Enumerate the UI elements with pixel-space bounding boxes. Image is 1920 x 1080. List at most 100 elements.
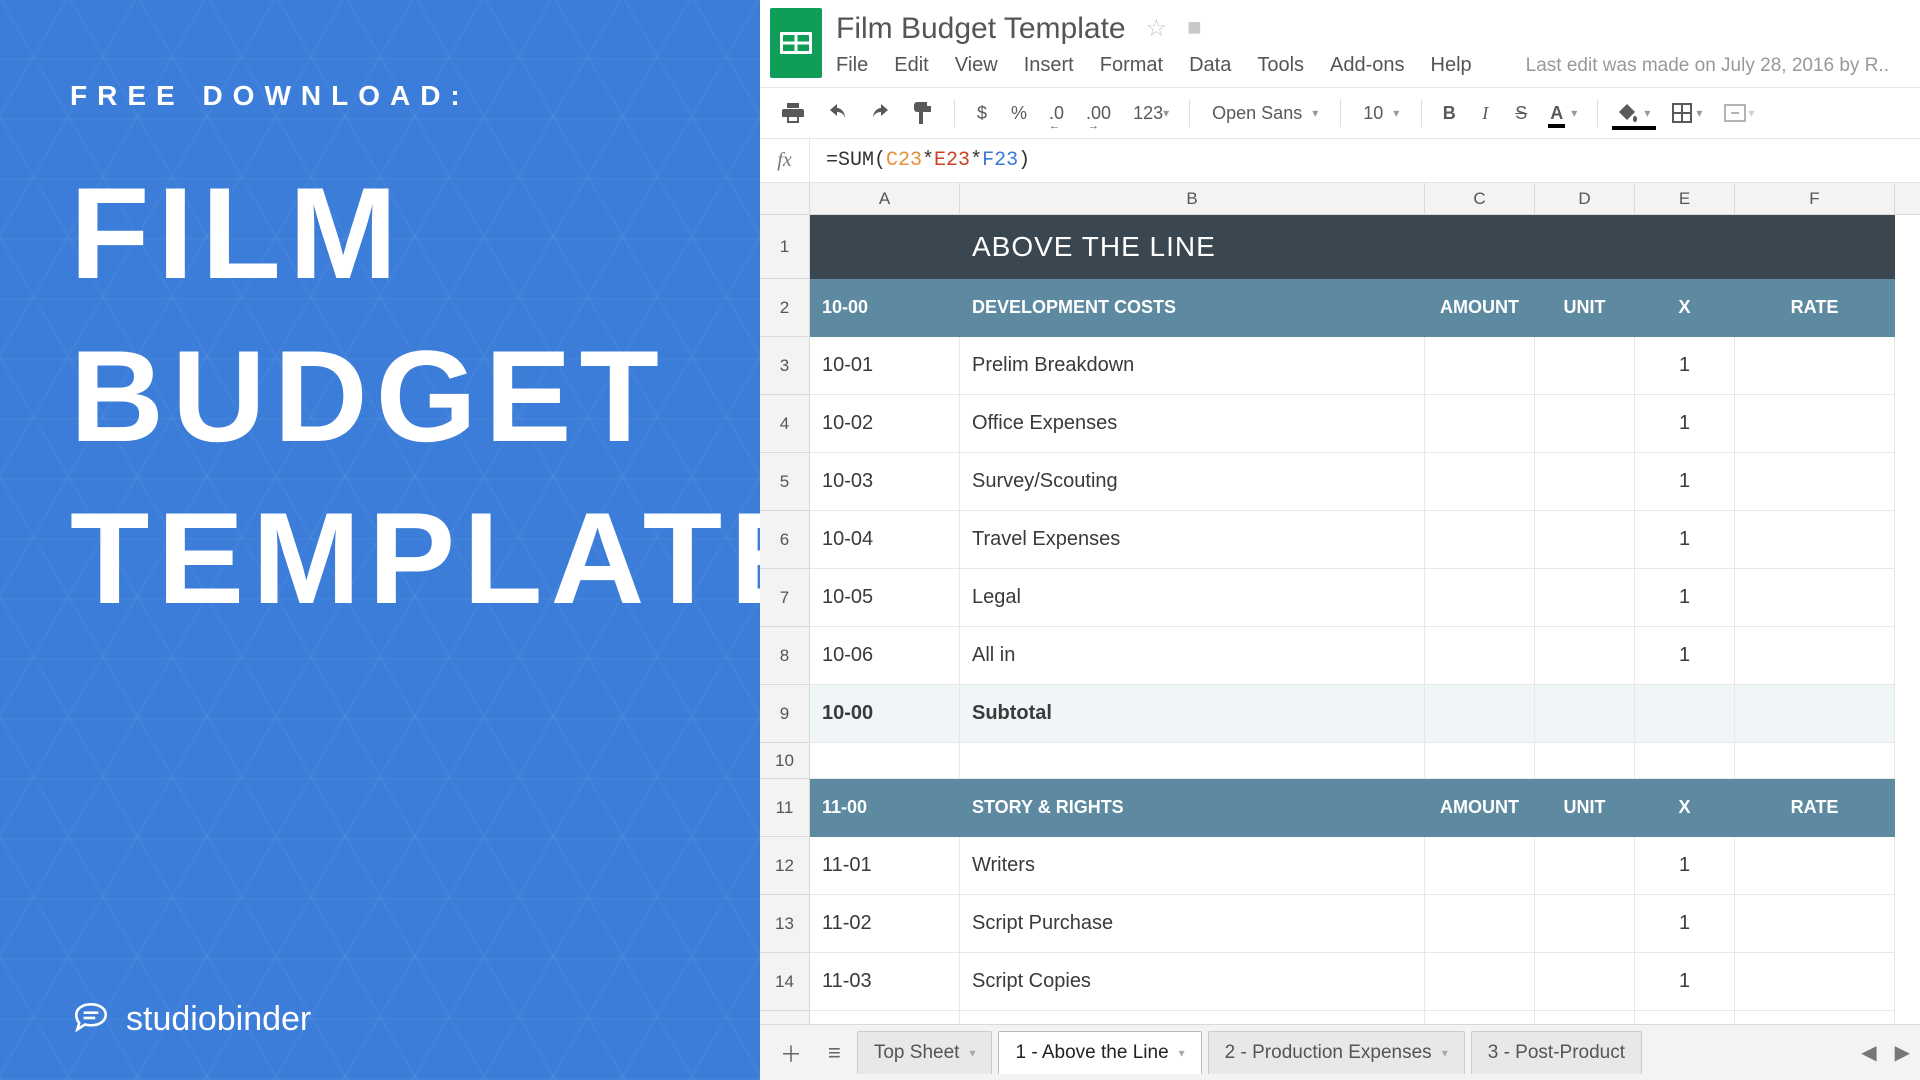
cell[interactable]: [960, 743, 1425, 779]
cell[interactable]: [1535, 337, 1635, 395]
cell[interactable]: 11-03: [810, 953, 960, 1011]
tab-scroll-right-button[interactable]: ▶: [1895, 1040, 1910, 1065]
font-size-select[interactable]: 10▾: [1353, 99, 1409, 128]
cell[interactable]: Legal: [960, 569, 1425, 627]
cell[interactable]: [1425, 569, 1535, 627]
cell[interactable]: 1: [1635, 895, 1735, 953]
cell[interactable]: AMOUNT: [1425, 779, 1535, 837]
redo-button[interactable]: [862, 98, 900, 128]
col-header-e[interactable]: E: [1635, 183, 1735, 214]
formula-input[interactable]: =SUM(C23*E23*F23): [810, 149, 1920, 172]
cell[interactable]: 1: [1635, 337, 1735, 395]
cell[interactable]: [1535, 453, 1635, 511]
menu-data[interactable]: Data: [1189, 54, 1231, 77]
cell[interactable]: 10-05: [810, 569, 960, 627]
cell[interactable]: Prelim Breakdown: [960, 337, 1425, 395]
cell[interactable]: [1425, 395, 1535, 453]
cell[interactable]: 1: [1635, 627, 1735, 685]
row-header[interactable]: 2: [760, 279, 810, 337]
paint-format-button[interactable]: [906, 96, 942, 130]
cell[interactable]: [1535, 511, 1635, 569]
sheet-tab-post-product[interactable]: 3 - Post-Product: [1471, 1031, 1642, 1074]
row-header[interactable]: 1: [760, 215, 810, 279]
cell[interactable]: [1535, 953, 1635, 1011]
cell[interactable]: [1735, 337, 1895, 395]
cell[interactable]: 1: [1635, 511, 1735, 569]
cell[interactable]: X: [1635, 279, 1735, 337]
cell[interactable]: [1535, 895, 1635, 953]
cell[interactable]: [1735, 1011, 1895, 1024]
cell[interactable]: 10-01: [810, 337, 960, 395]
cell[interactable]: [960, 1011, 1425, 1024]
menu-insert[interactable]: Insert: [1024, 54, 1074, 77]
cell[interactable]: Office Expenses: [960, 395, 1425, 453]
strikethrough-button[interactable]: S: [1506, 97, 1536, 130]
cell[interactable]: 11-01: [810, 837, 960, 895]
row-header[interactable]: 6: [760, 511, 810, 569]
row-header[interactable]: [760, 1011, 810, 1024]
cell[interactable]: [1735, 895, 1895, 953]
col-header-f[interactable]: F: [1735, 183, 1895, 214]
merge-cells-button[interactable]: ▾: [1716, 98, 1762, 128]
cell[interactable]: 11-00: [810, 779, 960, 837]
menu-file[interactable]: File: [836, 54, 868, 77]
cell[interactable]: [1535, 215, 1635, 279]
cell[interactable]: Script Copies: [960, 953, 1425, 1011]
cell[interactable]: [1425, 685, 1535, 743]
cell[interactable]: 10-03: [810, 453, 960, 511]
cell[interactable]: 10-00: [810, 685, 960, 743]
cell[interactable]: [1735, 453, 1895, 511]
number-format-button[interactable]: 123 ▾: [1125, 97, 1177, 130]
cell[interactable]: [1425, 1011, 1535, 1024]
cell[interactable]: [810, 743, 960, 779]
cell[interactable]: [1735, 511, 1895, 569]
menu-view[interactable]: View: [955, 54, 998, 77]
document-title[interactable]: Film Budget Template: [836, 8, 1126, 48]
tab-scroll-left-button[interactable]: ◀: [1861, 1040, 1876, 1065]
menu-help[interactable]: Help: [1431, 54, 1472, 77]
cell[interactable]: 10-04: [810, 511, 960, 569]
cell[interactable]: [1635, 743, 1735, 779]
col-header-a[interactable]: A: [810, 183, 960, 214]
cell[interactable]: [1425, 215, 1535, 279]
cell[interactable]: [1735, 837, 1895, 895]
row-header[interactable]: 3: [760, 337, 810, 395]
row-header[interactable]: 14: [760, 953, 810, 1011]
cell[interactable]: DEVELOPMENT COSTS: [960, 279, 1425, 337]
cell[interactable]: 1: [1635, 953, 1735, 1011]
cell[interactable]: [1535, 627, 1635, 685]
col-header-c[interactable]: C: [1425, 183, 1535, 214]
cell[interactable]: STORY & RIGHTS: [960, 779, 1425, 837]
cell[interactable]: [1535, 743, 1635, 779]
add-sheet-button[interactable]: ＋: [770, 1029, 812, 1077]
row-header[interactable]: 11: [760, 779, 810, 837]
col-header-d[interactable]: D: [1535, 183, 1635, 214]
folder-icon[interactable]: ■: [1187, 14, 1202, 42]
cell[interactable]: AMOUNT: [1425, 279, 1535, 337]
currency-button[interactable]: $: [967, 97, 997, 130]
cell[interactable]: All in: [960, 627, 1425, 685]
percent-button[interactable]: %: [1003, 97, 1035, 130]
menu-edit[interactable]: Edit: [894, 54, 928, 77]
font-family-select[interactable]: Open Sans▾: [1202, 99, 1328, 128]
cell[interactable]: [1425, 627, 1535, 685]
sheet-tab-production-expenses[interactable]: 2 - Production Expenses▾: [1208, 1031, 1465, 1074]
cell[interactable]: 10-06: [810, 627, 960, 685]
cell[interactable]: 11-02: [810, 895, 960, 953]
cell[interactable]: 10-02: [810, 395, 960, 453]
text-color-button[interactable]: A ▾: [1542, 97, 1585, 130]
cell[interactable]: [1735, 743, 1895, 779]
menu-tools[interactable]: Tools: [1257, 54, 1304, 77]
row-header[interactable]: 8: [760, 627, 810, 685]
cell[interactable]: [1425, 743, 1535, 779]
row-header[interactable]: 9: [760, 685, 810, 743]
cell[interactable]: [1535, 837, 1635, 895]
row-header[interactable]: 4: [760, 395, 810, 453]
cell[interactable]: [810, 215, 960, 279]
cell[interactable]: Survey/Scouting: [960, 453, 1425, 511]
cell[interactable]: [1425, 837, 1535, 895]
star-icon[interactable]: ☆: [1146, 14, 1168, 43]
cell[interactable]: [1425, 895, 1535, 953]
undo-button[interactable]: [818, 98, 856, 128]
cell[interactable]: [1425, 511, 1535, 569]
